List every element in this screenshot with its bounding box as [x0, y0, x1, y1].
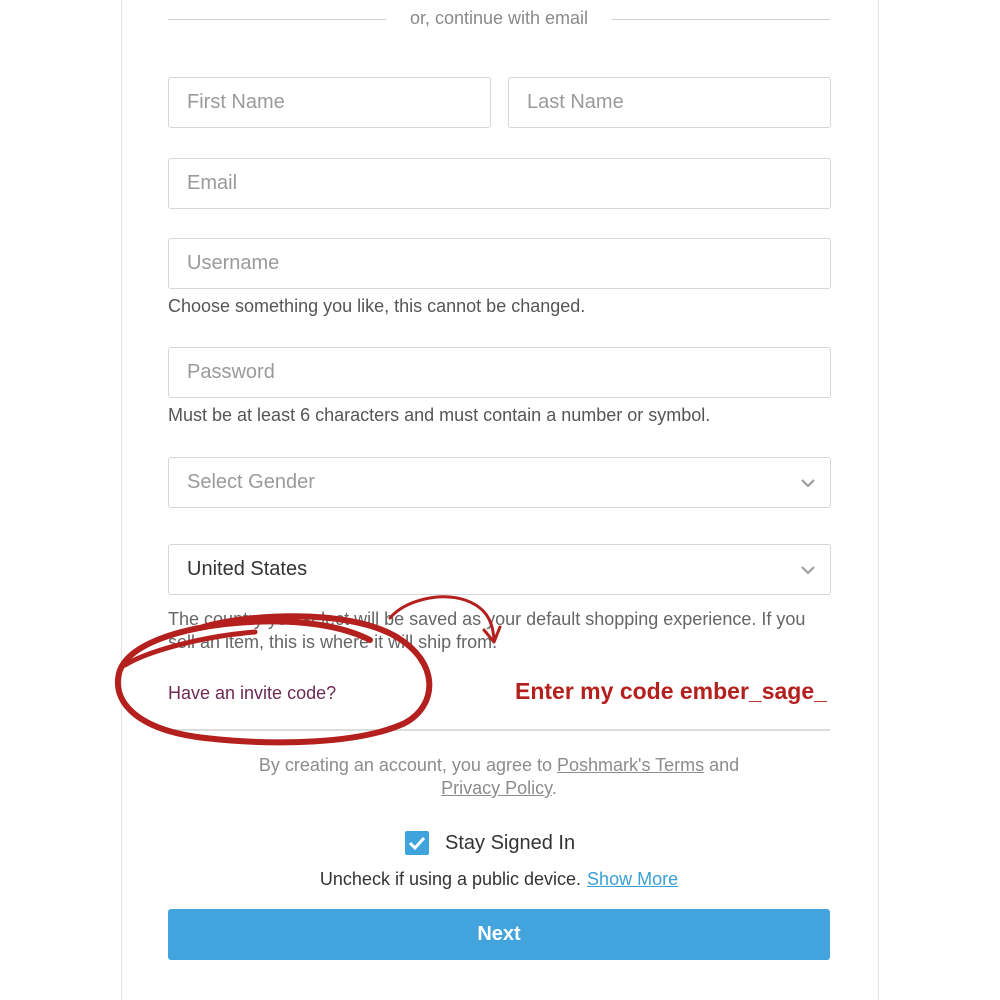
terms-link[interactable]: Poshmark's Terms [557, 755, 704, 775]
stay-signed-in-label: Stay Signed In [445, 831, 576, 854]
terms-prefix: By creating an account, you agree to [258, 755, 557, 775]
section-divider [168, 729, 830, 731]
public-device-note: Uncheck if using a public device. Show Mo… [168, 869, 830, 890]
country-helper: The country you select will be saved as … [168, 609, 806, 652]
invite-code-link[interactable]: Have an invite code? [168, 683, 336, 704]
annotation-text: Enter my code ember_sage_ [515, 678, 827, 704]
chevron-down-icon [801, 479, 815, 488]
show-more-link[interactable]: Show More [587, 869, 678, 889]
check-icon [408, 836, 426, 851]
public-device-text: Uncheck if using a public device. [319, 869, 582, 889]
terms-suffix: . [551, 778, 557, 798]
email-field[interactable]: Email [168, 158, 831, 209]
last-name-placeholder: Last Name [527, 91, 624, 113]
signup-page: or, continue with email First Name Last … [0, 0, 1000, 1000]
terms-middle: and [704, 755, 740, 775]
last-name-field[interactable]: Last Name [508, 77, 831, 128]
terms-text: By creating an account, you agree to Pos… [168, 754, 830, 800]
username-helper: Choose something you like, this cannot b… [168, 296, 586, 316]
first-name-placeholder: First Name [187, 91, 285, 113]
password-helper: Must be at least 6 characters and must c… [168, 405, 711, 425]
country-value: United States [187, 558, 308, 580]
password-field[interactable]: Password [168, 347, 831, 398]
country-select[interactable]: United States [168, 544, 831, 595]
email-placeholder: Email [187, 172, 238, 194]
username-field[interactable]: Username [168, 238, 831, 289]
gender-select[interactable]: Select Gender [168, 457, 831, 508]
privacy-policy-link[interactable]: Privacy Policy [441, 778, 552, 798]
first-name-field[interactable]: First Name [168, 77, 491, 128]
next-button[interactable]: Next [168, 909, 830, 960]
stay-signed-in-checkbox[interactable] [405, 831, 429, 855]
stay-signed-in[interactable]: Stay Signed In [405, 830, 575, 856]
username-placeholder: Username [187, 252, 280, 274]
gender-placeholder: Select Gender [187, 471, 315, 493]
password-placeholder: Password [187, 361, 275, 383]
email-divider: or, continue with email [168, 4, 830, 34]
chevron-down-icon [801, 566, 815, 575]
divider-line-right [612, 19, 830, 20]
